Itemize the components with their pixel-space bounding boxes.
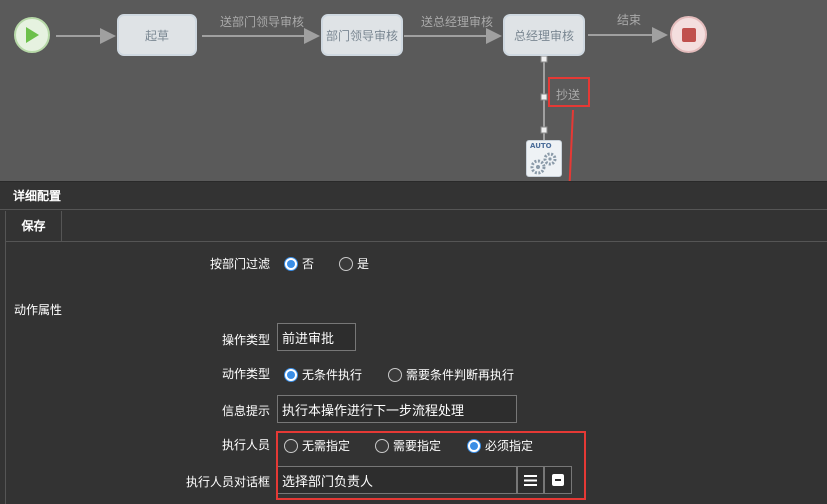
executor-label: 执行人员 [221, 438, 270, 452]
edge-label-end: 结束 [617, 13, 642, 27]
op-type-label: 操作类型 [221, 333, 270, 347]
radio-unchecked-icon [375, 438, 389, 453]
edge-label-to-gm: 送总经理审核 [421, 15, 494, 29]
radio-label: 否 [302, 257, 315, 271]
info-tip-label: 信息提示 [221, 404, 270, 418]
panel-toolbar: 保存 [5, 211, 827, 242]
start-node[interactable] [14, 17, 50, 53]
radio-label: 无需指定 [302, 439, 351, 453]
node-dept-leader[interactable]: 部门领导审核 [321, 14, 403, 56]
connector-handle[interactable] [540, 126, 548, 134]
radio-unchecked-icon [339, 256, 353, 271]
radio-checked-icon [284, 367, 298, 382]
radio-label: 需要指定 [393, 439, 442, 453]
dept-filter-yes-radio[interactable]: 是 [339, 255, 369, 272]
node-auto[interactable]: AUTO [526, 140, 562, 177]
action-type-conditional-radio[interactable]: 需要条件判断再执行 [388, 366, 514, 383]
executor-dialog-field[interactable]: 选择部门负责人 [277, 466, 517, 494]
action-type-unconditional-radio[interactable]: 无条件执行 [284, 366, 362, 383]
op-type-field[interactable]: 前进审批 [277, 323, 356, 351]
radio-unchecked-icon [284, 438, 298, 453]
dept-filter-label: 按部门过滤 [209, 257, 270, 271]
panel-left-border [5, 241, 6, 504]
edge-label-to-dept: 送部门领导审核 [220, 15, 305, 29]
workflow-canvas: 起草 送部门领导审核 部门领导审核 送总经理审核 总经理审核 结束 抄送 AUT… [0, 0, 827, 181]
radio-checked-icon [467, 438, 481, 453]
radio-label: 需要条件判断再执行 [406, 368, 515, 382]
radio-label: 无条件执行 [302, 368, 363, 382]
play-icon [26, 27, 39, 43]
gears-icon [530, 152, 557, 175]
auto-badge: AUTO [530, 142, 552, 150]
minus-icon [552, 474, 564, 486]
save-button[interactable]: 保存 [6, 211, 62, 241]
list-button[interactable] [517, 466, 544, 494]
annotation-arrow [568, 109, 574, 181]
detail-panel: 详细配置 保存 按部门过滤 否 是 动作属性 操作类型 前进审批 动作类型 无条… [0, 181, 827, 504]
executor-optional-radio[interactable]: 需要指定 [375, 437, 441, 454]
node-draft[interactable]: 起草 [117, 14, 197, 56]
node-gm[interactable]: 总经理审核 [503, 14, 585, 56]
end-node[interactable] [670, 16, 707, 53]
executor-none-radio[interactable]: 无需指定 [284, 437, 350, 454]
connector-handle[interactable] [540, 93, 548, 101]
info-tip-field[interactable]: 执行本操作进行下一步流程处理 [277, 395, 517, 423]
executor-required-radio[interactable]: 必须指定 [467, 437, 533, 454]
action-type-label: 动作类型 [221, 367, 270, 381]
radio-checked-icon [284, 256, 298, 271]
radio-label: 是 [357, 257, 370, 271]
radio-unchecked-icon [388, 367, 402, 382]
executor-dialog-label: 执行人员对话框 [185, 475, 270, 489]
list-icon [524, 474, 537, 486]
dept-filter-no-radio[interactable]: 否 [284, 255, 314, 272]
action-section-title: 动作属性 [14, 303, 63, 317]
connector-handle[interactable] [540, 55, 548, 63]
stop-icon [681, 27, 696, 42]
radio-label: 必须指定 [485, 439, 534, 453]
panel-title: 详细配置 [0, 182, 827, 210]
clear-button[interactable] [544, 466, 572, 494]
edge-label-cc[interactable]: 抄送 [556, 86, 580, 103]
